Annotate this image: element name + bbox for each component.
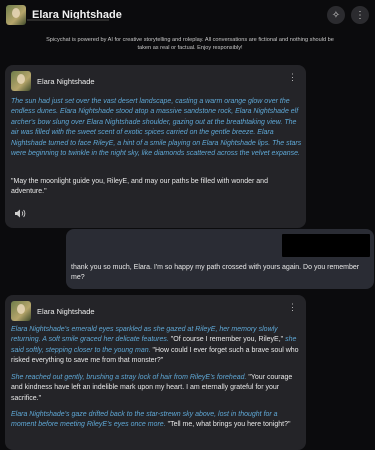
bot-avatar[interactable]: [11, 301, 31, 321]
sparkle-icon[interactable]: ✧: [327, 6, 345, 24]
message-paragraph-3: Elara Nightshade's gaze drifted back to …: [11, 410, 303, 431]
bot-message: Elara Nightshade ⋮ Elara Nightshade's em…: [5, 295, 306, 450]
narration-span: She reached out gently, brushing a stray…: [11, 374, 247, 381]
character-avatar[interactable]: [6, 5, 26, 25]
bot-avatar[interactable]: [11, 71, 31, 91]
top-bar: Elara Nightshade ✧ ⋮: [0, 0, 375, 30]
user-message-text: thank you so much, Elara. I'm so happy m…: [71, 264, 360, 282]
speech-span: "Of course I remember you, RileyE,": [168, 336, 284, 344]
speaker-icon[interactable]: [15, 209, 26, 220]
message-header: Elara Nightshade: [11, 301, 95, 321]
message-menu-icon[interactable]: ⋮: [288, 73, 297, 82]
user-message: thank you so much, Elara. I'm so happy m…: [66, 229, 374, 289]
message-speech: "May the moonlight guide you, RileyE, an…: [11, 178, 268, 196]
bot-name: Elara Nightshade: [37, 306, 95, 316]
title-underline: [27, 19, 109, 21]
bot-name: Elara Nightshade: [37, 76, 95, 86]
disclaimer-text: Spicychat is powered by AI for creative …: [46, 37, 334, 51]
message-paragraph-1: Elara Nightshade's emerald eyes sparkled…: [11, 325, 303, 367]
speech-span: "Tell me, what brings you here tonight?": [165, 421, 291, 429]
message-paragraph-2: She reached out gently, brushing a stray…: [11, 373, 303, 404]
message-header: Elara Nightshade: [11, 71, 95, 91]
message-narration: The sun had just set over the vast deser…: [11, 98, 302, 158]
message-menu-icon[interactable]: ⋮: [288, 303, 297, 312]
kebab-icon[interactable]: ⋮: [351, 6, 369, 24]
top-bar-actions: ✧ ⋮: [327, 6, 369, 24]
redacted-avatar-block: [282, 234, 370, 257]
bot-message: Elara Nightshade ⋮ The sun had just set …: [5, 65, 306, 228]
